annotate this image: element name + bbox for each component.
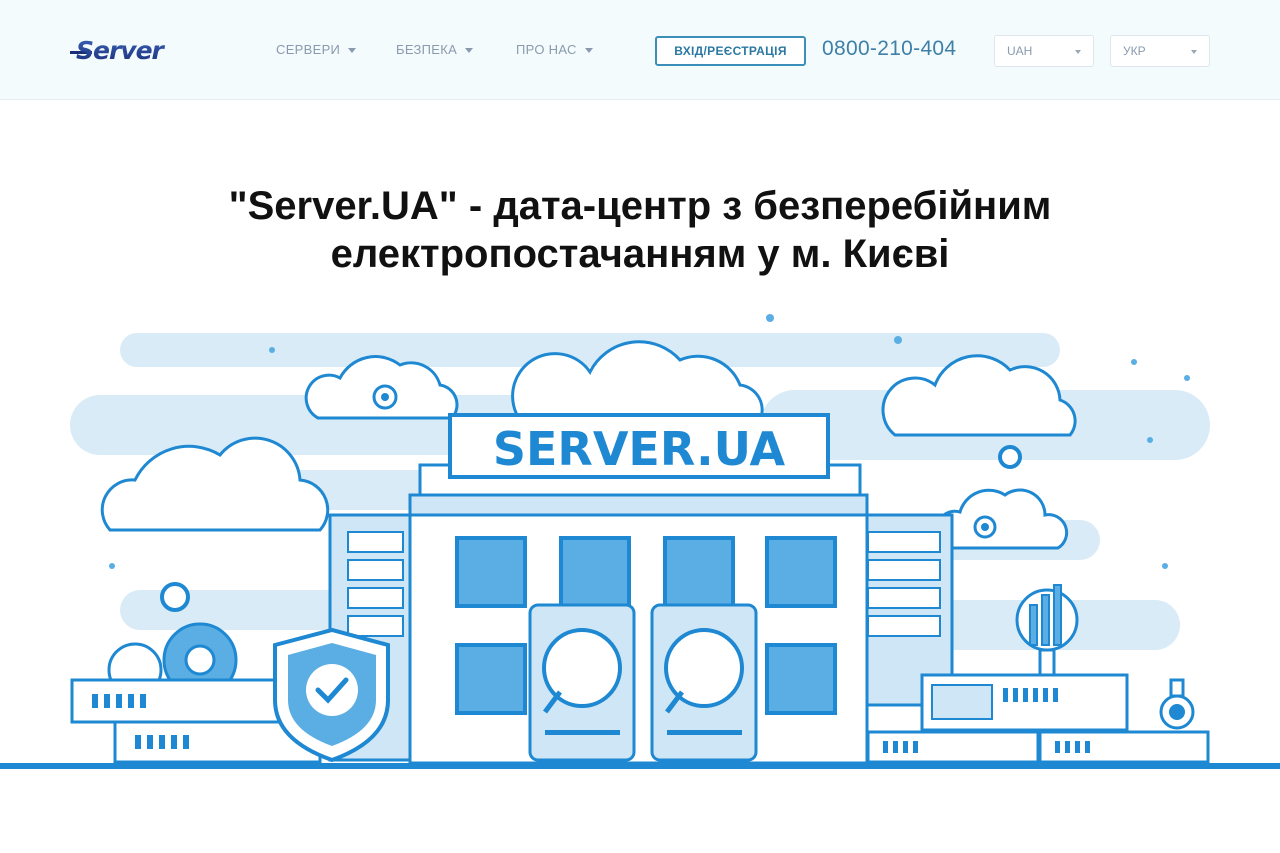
cloud-right <box>881 354 1077 437</box>
nav-security-label: БЕЗПЕКА <box>396 42 458 57</box>
chevron-down-icon <box>1191 50 1197 54</box>
nav-security[interactable]: БЕЗПЕКА <box>396 42 474 57</box>
language-select[interactable]: УКР <box>1110 35 1210 67</box>
hero-title: "Server.UA" - дата-центр з безперебійним… <box>0 182 1280 278</box>
ground-line <box>0 763 1280 769</box>
chevron-down-icon <box>584 48 593 53</box>
login-register-button[interactable]: ВХІД/РЕЄСТРАЦІЯ <box>655 36 806 66</box>
logo-text: Server <box>76 38 166 64</box>
site-header: Server СЕРВЕРИ БЕЗПЕКА ПРО НАС ВХІД/РЕЄС… <box>0 0 1280 100</box>
chevron-down-icon <box>465 48 474 53</box>
chevron-down-icon <box>1075 50 1081 54</box>
chevron-down-icon <box>348 48 357 53</box>
hero-title-line1: "Server.UA" - дата-центр з безперебійним <box>228 184 1052 228</box>
bar-chart-icon <box>1015 584 1079 677</box>
datacenter-building: SERVER.UA <box>408 413 869 765</box>
datacenter-illustration: SERVER.UA <box>0 314 1280 769</box>
server-logo[interactable]: Server <box>70 38 236 64</box>
cloud-small-right <box>934 488 1069 550</box>
phone-number[interactable]: 0800-210-404 <box>822 37 956 61</box>
building-sign-text: SERVER.UA <box>493 422 786 476</box>
nav-about-label: ПРО НАС <box>516 42 577 57</box>
globe-icon <box>1159 678 1195 730</box>
nav-about[interactable]: ПРО НАС <box>516 42 593 57</box>
currency-select[interactable]: UAH <box>994 35 1094 67</box>
language-value: УКР <box>1123 44 1146 58</box>
hero-title-line2: електропостачанням у м. Києві <box>330 232 950 276</box>
nav-servers-label: СЕРВЕРИ <box>276 42 341 57</box>
nav-servers[interactable]: СЕРВЕРИ <box>276 42 357 57</box>
currency-value: UAH <box>1007 44 1033 58</box>
